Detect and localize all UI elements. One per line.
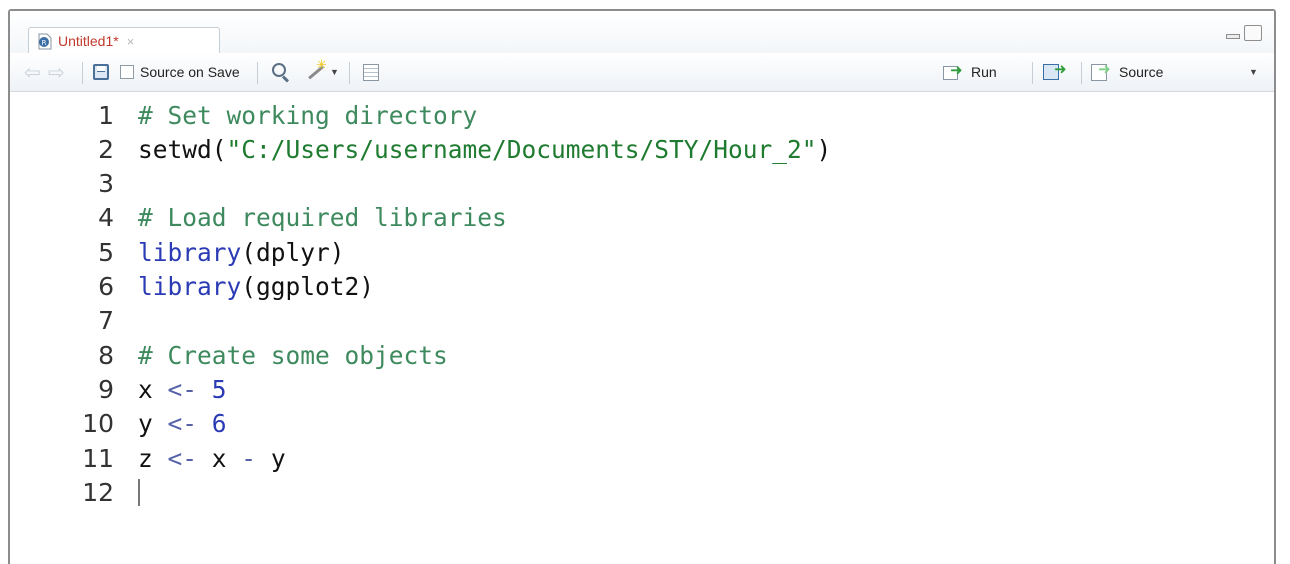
code-line[interactable]: 4 # Load required libraries [10, 201, 1274, 235]
tab-untitled1[interactable]: R Untitled1* × [28, 27, 220, 54]
code-token: 6 [211, 409, 227, 439]
code-token: x [197, 443, 242, 473]
code-token: z [138, 443, 168, 473]
code-token: (dplyr) [241, 237, 345, 267]
code-text: z <- x - y [138, 444, 286, 473]
search-icon [271, 62, 291, 82]
source-label: Source [1119, 64, 1164, 80]
text-cursor [138, 478, 140, 506]
code-token: 5 [211, 374, 227, 404]
code-line[interactable]: 6 library(ggplot2) [10, 270, 1274, 304]
code-token: library [138, 272, 242, 301]
code-text: library(ggplot2) [138, 272, 374, 301]
line-number: 6 [98, 272, 114, 301]
chevron-down-icon: ▼ [330, 67, 339, 77]
toolbar-divider [1032, 62, 1033, 84]
code-token: library [138, 237, 242, 267]
find-button[interactable] [271, 53, 291, 91]
document-outline-button[interactable] [363, 53, 379, 91]
code-tools-button[interactable]: ▼ [305, 53, 339, 91]
chevron-down-icon: ▼ [1249, 67, 1258, 77]
line-number: 7 [98, 306, 114, 336]
code-token: ) [816, 134, 832, 164]
code-token: setwd( [138, 134, 227, 164]
run-arrow-icon [943, 61, 967, 80]
code-token: <- [167, 409, 198, 439]
code-line[interactable]: 5 library(dplyr) [10, 235, 1274, 269]
code-line[interactable]: 3 [10, 167, 1274, 201]
svg-text:R: R [42, 39, 47, 47]
rerun-button[interactable] [1043, 53, 1069, 91]
toolbar-divider [257, 62, 258, 84]
toolbar-divider [349, 62, 350, 84]
code-token: x [138, 374, 168, 404]
code-token: y [256, 443, 286, 473]
code-line[interactable]: 8 # Create some objects [10, 338, 1274, 372]
save-icon [93, 64, 109, 80]
code-line[interactable]: 2 setwd("C:/Users/username/Documents/STY/… [10, 132, 1274, 166]
source-options-dropdown[interactable]: ▼ [1246, 53, 1258, 91]
code-text: # Create some objects [138, 341, 448, 370]
code-token: # Set working directory [138, 100, 478, 130]
r-script-icon: R [37, 33, 53, 50]
code-text: library(dplyr) [138, 238, 345, 267]
source-on-save-label: Source on Save [140, 64, 240, 80]
line-number: 4 [98, 203, 114, 233]
tab-bar: R Untitled1* × [10, 11, 1274, 54]
run-label: Run [971, 64, 997, 80]
code-text: x <- 5 [138, 375, 227, 404]
tab-close-icon[interactable]: × [127, 34, 135, 49]
source-arrow-icon [1091, 60, 1115, 81]
source-button[interactable]: Source [1091, 53, 1163, 91]
toolbar-divider [1081, 62, 1082, 84]
window-controls [1224, 25, 1262, 41]
source-editor-pane: R Untitled1* × ⇦ ⇨ Source on Save ▼ [8, 9, 1276, 564]
maximize-icon[interactable] [1244, 25, 1262, 41]
code-editor[interactable]: 1 # Set working directory 2 setwd("C:/Users… [10, 92, 1274, 564]
run-button[interactable]: Run [943, 53, 997, 91]
code-text: # Set working directory [138, 101, 477, 130]
line-number: 10 [82, 409, 114, 439]
code-text: setwd("C:/Users/username/Documents/STY/H… [138, 135, 831, 164]
code-line[interactable]: 11 z <- x - y [10, 441, 1274, 475]
line-number: 8 [98, 340, 114, 370]
line-number: 12 [82, 477, 114, 507]
line-number: 3 [98, 169, 114, 199]
code-line[interactable]: 10 y <- 6 [10, 407, 1274, 441]
line-number: 1 [98, 100, 114, 130]
minimize-icon[interactable] [1224, 27, 1242, 41]
code-token: <- [167, 443, 198, 473]
code-line[interactable]: 1 # Set working directory [10, 98, 1274, 132]
back-arrow-icon[interactable]: ⇦ [24, 53, 41, 91]
code-text: # Load required libraries [138, 203, 507, 232]
line-number: 2 [98, 134, 114, 164]
checkbox-icon[interactable] [120, 65, 134, 79]
tab-title: Untitled1* [58, 33, 119, 49]
rerun-icon [1043, 60, 1069, 81]
save-button[interactable] [93, 53, 109, 91]
line-number: 5 [98, 237, 114, 267]
code-token: # Load required libraries [138, 203, 507, 233]
code-token: (ggplot2) [241, 272, 375, 301]
forward-arrow-icon[interactable]: ⇨ [48, 53, 65, 91]
code-line[interactable]: 7 [10, 304, 1274, 338]
code-line[interactable]: 9x <- 5 [10, 372, 1274, 406]
magic-wand-icon [305, 57, 327, 83]
line-number: 9 [98, 374, 114, 404]
code-token: "C:/Users/username/Documents/STY/Hour_2" [226, 134, 817, 164]
code-token: <- [167, 374, 198, 404]
source-on-save-checkbox[interactable]: Source on Save [120, 53, 240, 91]
outline-icon [363, 63, 379, 81]
editor-toolbar: ⇦ ⇨ Source on Save ▼ Run [10, 53, 1274, 92]
code-text: y <- 6 [138, 409, 227, 438]
line-number: 11 [82, 443, 114, 473]
code-token: - [241, 443, 257, 473]
code-token: y [138, 409, 168, 439]
toolbar-divider [82, 62, 83, 84]
code-token: # Create some objects [138, 340, 448, 370]
code-line[interactable]: 12 [10, 475, 1274, 509]
